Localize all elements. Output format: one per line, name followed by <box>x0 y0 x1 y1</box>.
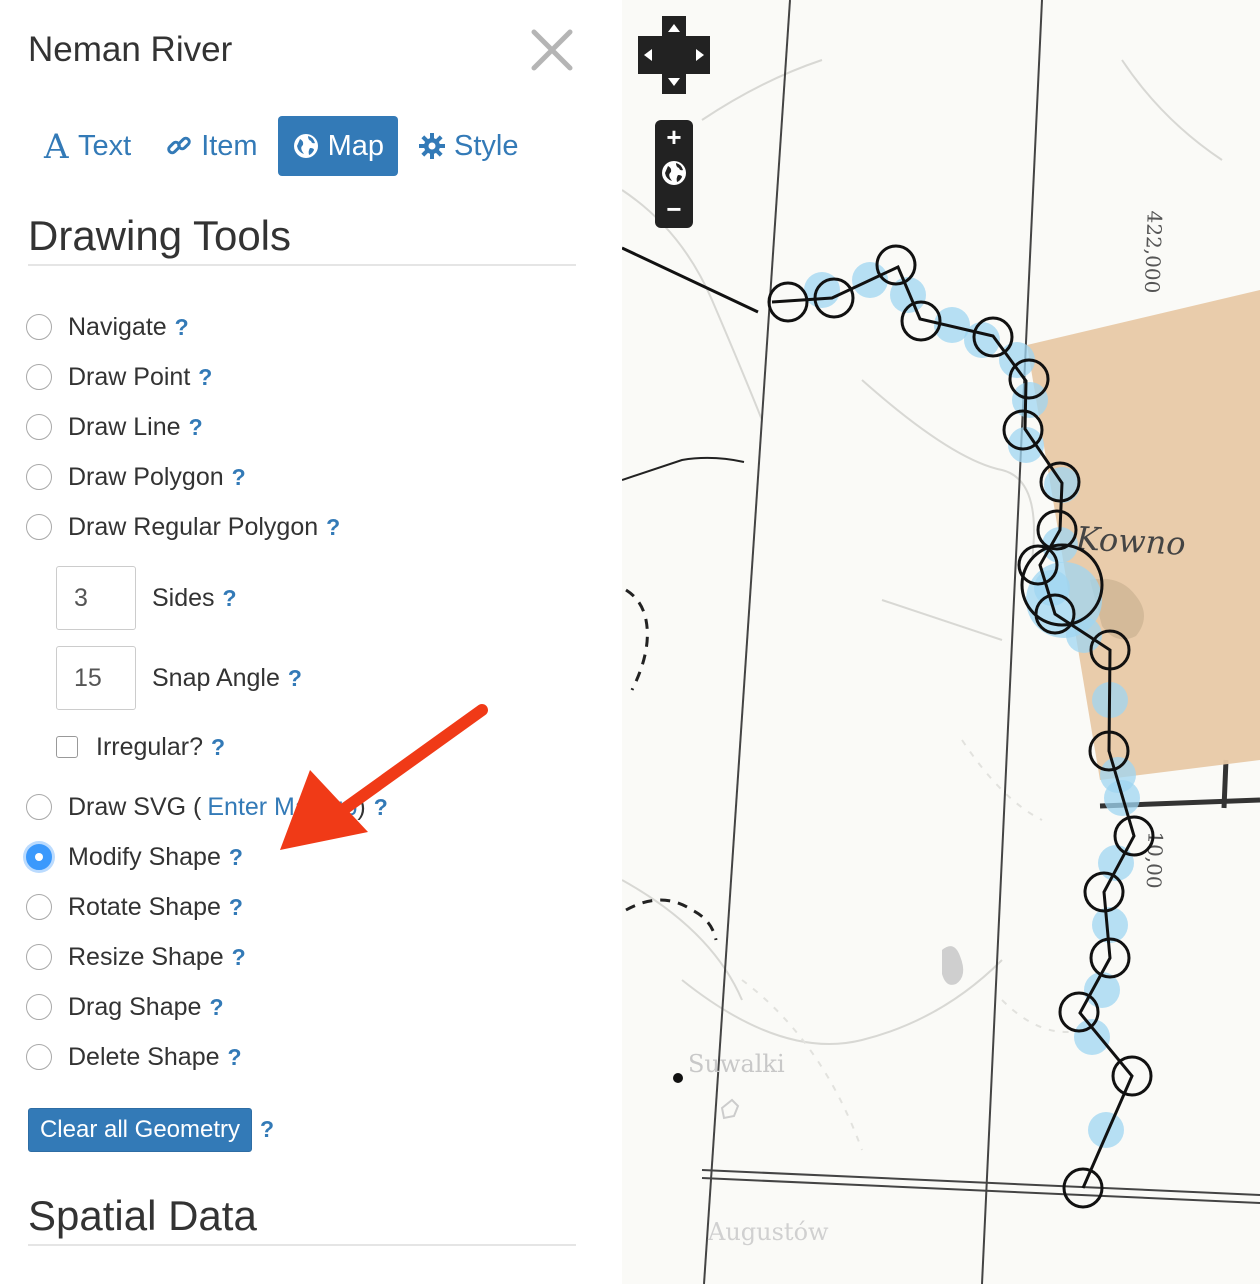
tool-label: Delete Shape <box>68 1042 220 1071</box>
tool-label: Navigate <box>68 312 167 341</box>
tab-text-label: Text <box>78 129 132 162</box>
irregular-row[interactable]: Irregular? ? <box>56 731 225 763</box>
tool-modify-shape[interactable]: Modify Shape ? <box>26 841 243 873</box>
radio-draw-svg[interactable] <box>26 794 52 820</box>
tool-label: Draw Point <box>68 362 191 391</box>
tab-text[interactable]: A Text <box>28 116 145 176</box>
divider <box>28 264 576 266</box>
tool-label: Draw Polygon <box>68 462 224 491</box>
help-icon[interactable]: ? <box>288 665 302 692</box>
tool-draw-regular-polygon[interactable]: Draw Regular Polygon ? <box>26 511 340 543</box>
tool-label: Draw Line <box>68 412 181 441</box>
tab-map-label: Map <box>327 129 385 162</box>
tool-draw-polygon[interactable]: Draw Polygon ? <box>26 461 246 493</box>
tool-label: Draw SVG ( <box>68 792 202 821</box>
help-icon[interactable]: ? <box>326 514 340 541</box>
globe-icon <box>292 132 320 160</box>
tool-draw-point[interactable]: Draw Point ? <box>26 361 212 393</box>
tool-label-suffix: ) <box>357 792 366 821</box>
tool-delete-shape[interactable]: Delete Shape ? <box>26 1041 242 1073</box>
tab-item-label: Item <box>201 129 258 162</box>
pan-control[interactable] <box>638 16 710 94</box>
close-icon[interactable] <box>526 24 578 76</box>
sides-label: Sides <box>152 583 215 612</box>
help-icon[interactable]: ? <box>260 1116 274 1143</box>
help-icon[interactable]: ? <box>232 464 246 491</box>
tab-map[interactable]: Map <box>277 116 399 176</box>
zoom-out-button[interactable]: − <box>655 194 693 224</box>
river-geometry[interactable] <box>622 0 1260 1284</box>
tool-rotate-shape[interactable]: Rotate Shape ? <box>26 891 243 923</box>
tool-draw-svg[interactable]: Draw SVG ( Enter Markup ) ? <box>26 791 388 823</box>
radio-drag-shape[interactable] <box>26 994 52 1020</box>
tool-label: Rotate Shape <box>68 892 221 921</box>
text-icon: A <box>42 130 70 162</box>
radio-draw-line[interactable] <box>26 414 52 440</box>
help-icon[interactable]: ? <box>228 1044 242 1071</box>
radio-modify-shape[interactable] <box>26 844 52 870</box>
record-title: Neman River <box>28 30 233 69</box>
spatial-data-heading: Spatial Data <box>28 1192 257 1239</box>
zoom-control: + − <box>655 120 693 228</box>
tool-drag-shape[interactable]: Drag Shape ? <box>26 991 224 1023</box>
sides-input[interactable] <box>56 566 136 630</box>
enter-markup-link[interactable]: Enter Markup <box>207 793 357 822</box>
help-icon[interactable]: ? <box>211 734 225 761</box>
svg-text:A: A <box>43 130 69 162</box>
tab-item[interactable]: Item <box>151 116 271 176</box>
drawing-tools-heading: Drawing Tools <box>28 212 292 259</box>
tool-label: Draw Regular Polygon <box>68 512 319 541</box>
help-icon[interactable]: ? <box>229 844 243 871</box>
map-canvas[interactable]: Kowno Suwalki Augustów 422,000 10,00 + − <box>622 0 1260 1284</box>
tool-label: Resize Shape <box>68 942 224 971</box>
link-icon <box>165 132 193 160</box>
help-icon[interactable]: ? <box>198 364 212 391</box>
zoom-world-icon[interactable] <box>659 158 689 188</box>
tool-draw-line[interactable]: Draw Line ? <box>26 411 203 443</box>
radio-draw-point[interactable] <box>26 364 52 390</box>
radio-resize-shape[interactable] <box>26 944 52 970</box>
clear-geometry-button[interactable]: Clear all Geometry <box>28 1108 252 1152</box>
irregular-checkbox[interactable] <box>56 736 78 758</box>
editor-tabs: A Text Item Map Style <box>28 116 539 176</box>
help-icon[interactable]: ? <box>189 414 203 441</box>
snap-angle-row: Snap Angle ? <box>56 646 302 710</box>
radio-draw-polygon[interactable] <box>26 464 52 490</box>
sides-row: Sides ? <box>56 566 237 630</box>
tool-label: Modify Shape <box>68 842 221 871</box>
help-icon[interactable]: ? <box>232 944 246 971</box>
help-icon[interactable]: ? <box>229 894 243 921</box>
radio-rotate-shape[interactable] <box>26 894 52 920</box>
gear-icon <box>418 132 446 160</box>
tool-label: Drag Shape <box>68 992 202 1021</box>
tool-navigate[interactable]: Navigate ? <box>26 311 189 343</box>
radio-delete-shape[interactable] <box>26 1044 52 1070</box>
radio-navigate[interactable] <box>26 314 52 340</box>
help-icon[interactable]: ? <box>209 994 223 1021</box>
snap-angle-input[interactable] <box>56 646 136 710</box>
help-icon[interactable]: ? <box>175 314 189 341</box>
editor-panel: Neman River A Text Item Map Style Drawin… <box>0 0 622 1284</box>
tab-style[interactable]: Style <box>404 116 532 176</box>
tool-resize-shape[interactable]: Resize Shape ? <box>26 941 246 973</box>
snap-angle-label: Snap Angle <box>152 663 280 692</box>
zoom-in-button[interactable]: + <box>655 122 693 152</box>
tab-style-label: Style <box>454 129 519 162</box>
help-icon[interactable]: ? <box>374 794 388 821</box>
radio-draw-regular-polygon[interactable] <box>26 514 52 540</box>
divider <box>28 1244 576 1246</box>
help-icon[interactable]: ? <box>223 585 237 612</box>
irregular-label: Irregular? <box>96 732 203 761</box>
